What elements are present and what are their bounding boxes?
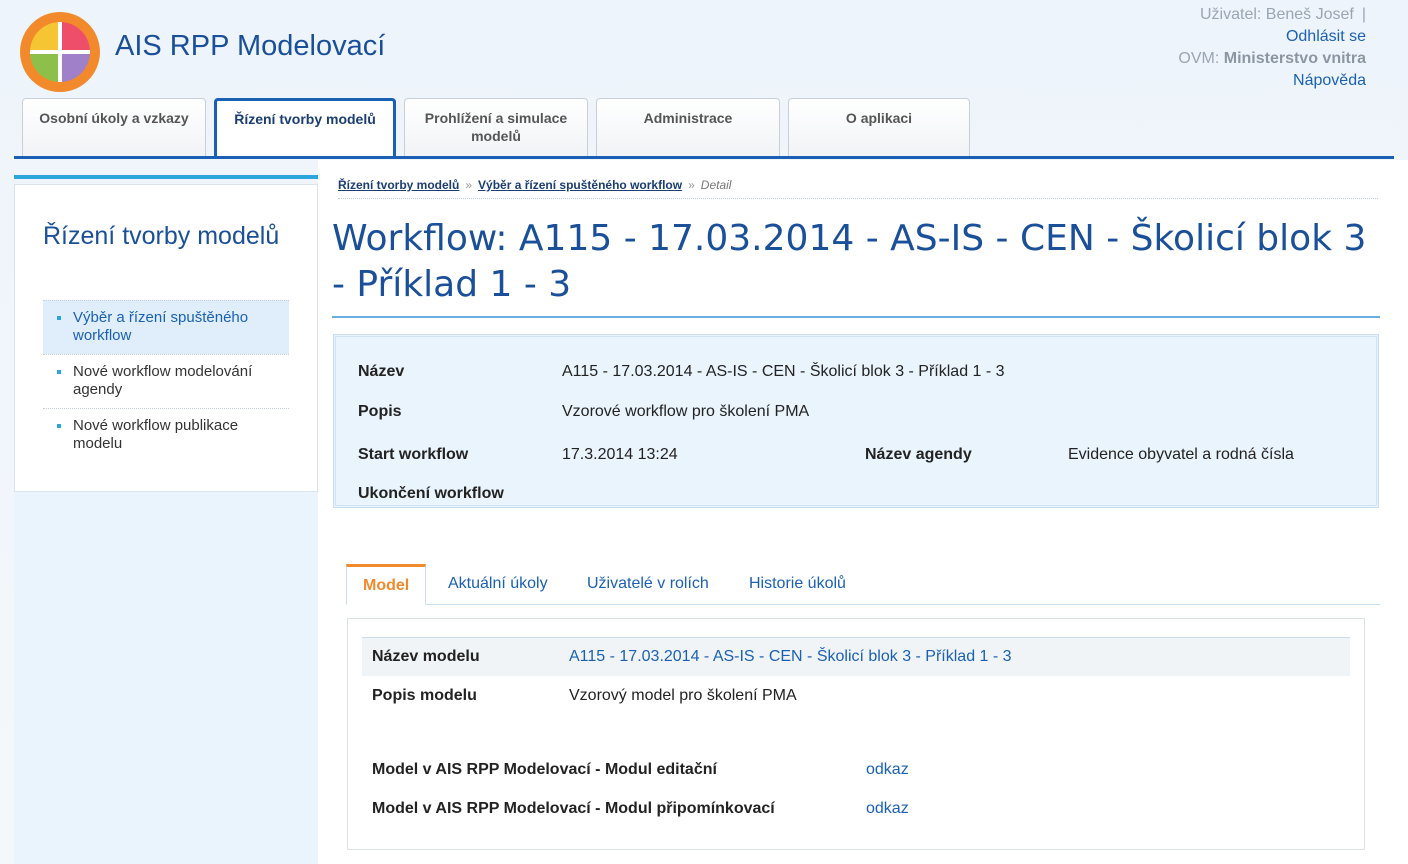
tab-task-history[interactable]: Historie úkolů <box>749 564 846 604</box>
breadcrumb-separator: » <box>465 178 473 192</box>
model-comment-label: Model v AIS RPP Modelovací - Modul připo… <box>372 800 775 817</box>
model-panel: Název modelu A115 - 17.03.2014 - AS-IS -… <box>347 618 1365 850</box>
tab-personal-tasks[interactable]: Osobní úkoly a vzkazy <box>22 98 206 156</box>
tab-model[interactable]: Model <box>346 564 427 605</box>
model-name-link[interactable]: A115 - 17.03.2014 - AS-IS - CEN - Školic… <box>569 648 1012 666</box>
sidebar: Řízení tvorby modelů Výběr a řízení spuš… <box>14 184 318 492</box>
model-desc-value: Vzorový model pro školení PMA <box>569 687 797 704</box>
model-edit-label: Model v AIS RPP Modelovací - Modul edita… <box>372 761 717 778</box>
model-edit-row: Model v AIS RPP Modelovací - Modul edita… <box>362 751 1350 789</box>
tab-model-management[interactable]: Řízení tvorby modelů <box>214 98 396 158</box>
page-title: Workflow: A115 - 17.03.2014 - AS-IS - CE… <box>332 218 1367 305</box>
model-edit-link[interactable]: odkaz <box>866 761 909 779</box>
info-name-value: A115 - 17.03.2014 - AS-IS - CEN - Školic… <box>562 363 1005 380</box>
sidebar-item-new-publication-workflow[interactable]: Nové workflow publikace modelu <box>43 408 289 462</box>
ovm-info: OVM: Ministerstvo vnitra <box>1178 48 1366 70</box>
model-comment-row: Model v AIS RPP Modelovací - Modul připo… <box>362 790 1350 828</box>
user-name: Uživatel: Beneš Josef <box>1199 6 1354 23</box>
info-start-value: 17.3.2014 13:24 <box>562 446 678 463</box>
info-desc-label: Popis <box>358 403 402 420</box>
ovm-name: Ministerstvo vnitra <box>1223 50 1366 67</box>
ovm-prefix: OVM: <box>1178 50 1220 67</box>
main-tabs: Osobní úkoly a vzkazy Řízení tvorby mode… <box>0 98 1408 160</box>
help-link[interactable]: Nápověda <box>1293 72 1366 89</box>
sidebar-item-label: Nové workflow modelování agendy <box>73 363 253 398</box>
tab-administration[interactable]: Administrace <box>596 98 780 156</box>
app-title: AIS RPP Modelovací <box>115 30 386 62</box>
info-agenda-label: Název agendy <box>865 446 972 463</box>
model-name-row: Název modelu A115 - 17.03.2014 - AS-IS -… <box>362 637 1350 676</box>
model-name-label: Název modelu <box>372 648 480 665</box>
tab-current-tasks[interactable]: Aktuální úkoly <box>448 564 548 604</box>
sidebar-accent-bar <box>14 175 318 179</box>
app-logo-icon <box>20 12 100 92</box>
info-end-label: Ukončení workflow <box>358 485 504 502</box>
tabs-underline <box>14 156 1394 159</box>
logout-link[interactable]: Odhlásit se <box>1286 28 1366 45</box>
sidebar-item-new-agenda-workflow[interactable]: Nové workflow modelování agendy <box>43 354 289 408</box>
tab-users-in-roles[interactable]: Uživatelé v rolích <box>587 564 709 604</box>
breadcrumb: Řízení tvorby modelů » Výběr a řízení spuš… <box>338 178 1378 199</box>
title-divider <box>332 316 1380 318</box>
model-desc-label: Popis modelu <box>372 687 477 704</box>
user-box: Uživatel: Beneš Josef | Odhlásit se OVM: … <box>1178 4 1366 92</box>
breadcrumb-running-workflow[interactable]: Výběr a řízení spuštěného workflow <box>478 178 682 192</box>
sidebar-background <box>14 492 318 864</box>
info-desc-value: Vzorové workflow pro školení PMA <box>562 403 810 420</box>
tab-browse-simulate[interactable]: Prohlížení a simulace modelů <box>404 98 588 156</box>
main-content: Řízení tvorby modelů » Výběr a řízení spuš… <box>318 160 1408 864</box>
info-start-label: Start workflow <box>358 446 469 463</box>
breadcrumb-current: Detail <box>700 178 732 192</box>
model-desc-row: Popis modelu Vzorový model pro školení P… <box>362 677 1350 715</box>
info-agenda-value: Evidence obyvatel a rodná čísla <box>1068 446 1294 463</box>
user-info: Uživatel: Beneš Josef | <box>1178 4 1366 26</box>
sidebar-item-label: Výběr a řízení spuštěného workflow <box>73 309 249 344</box>
sidebar-item-label: Nové workflow publikace modelu <box>73 417 239 452</box>
breadcrumb-model-management[interactable]: Řízení tvorby modelů <box>338 178 459 192</box>
detail-tabs: Model Aktuální úkoly Uživatelé v rolích … <box>346 564 1380 605</box>
info-name-label: Název <box>358 363 405 380</box>
breadcrumb-separator: » <box>688 178 695 192</box>
sidebar-title: Řízení tvorby modelů <box>43 222 280 250</box>
bullet-icon <box>57 424 61 428</box>
top-bar: AIS RPP Modelovací Uživatel: Beneš Josef… <box>0 0 1408 98</box>
bullet-icon <box>57 316 61 320</box>
workflow-info-panel: Název A115 - 17.03.2014 - AS-IS - CEN - … <box>333 334 1379 508</box>
sidebar-item-running-workflow[interactable]: Výběr a řízení spuštěného workflow <box>43 300 289 354</box>
model-comment-link[interactable]: odkaz <box>866 800 909 818</box>
bullet-icon <box>57 370 61 374</box>
tab-about[interactable]: O aplikaci <box>788 98 970 156</box>
user-separator: | <box>1361 6 1366 23</box>
